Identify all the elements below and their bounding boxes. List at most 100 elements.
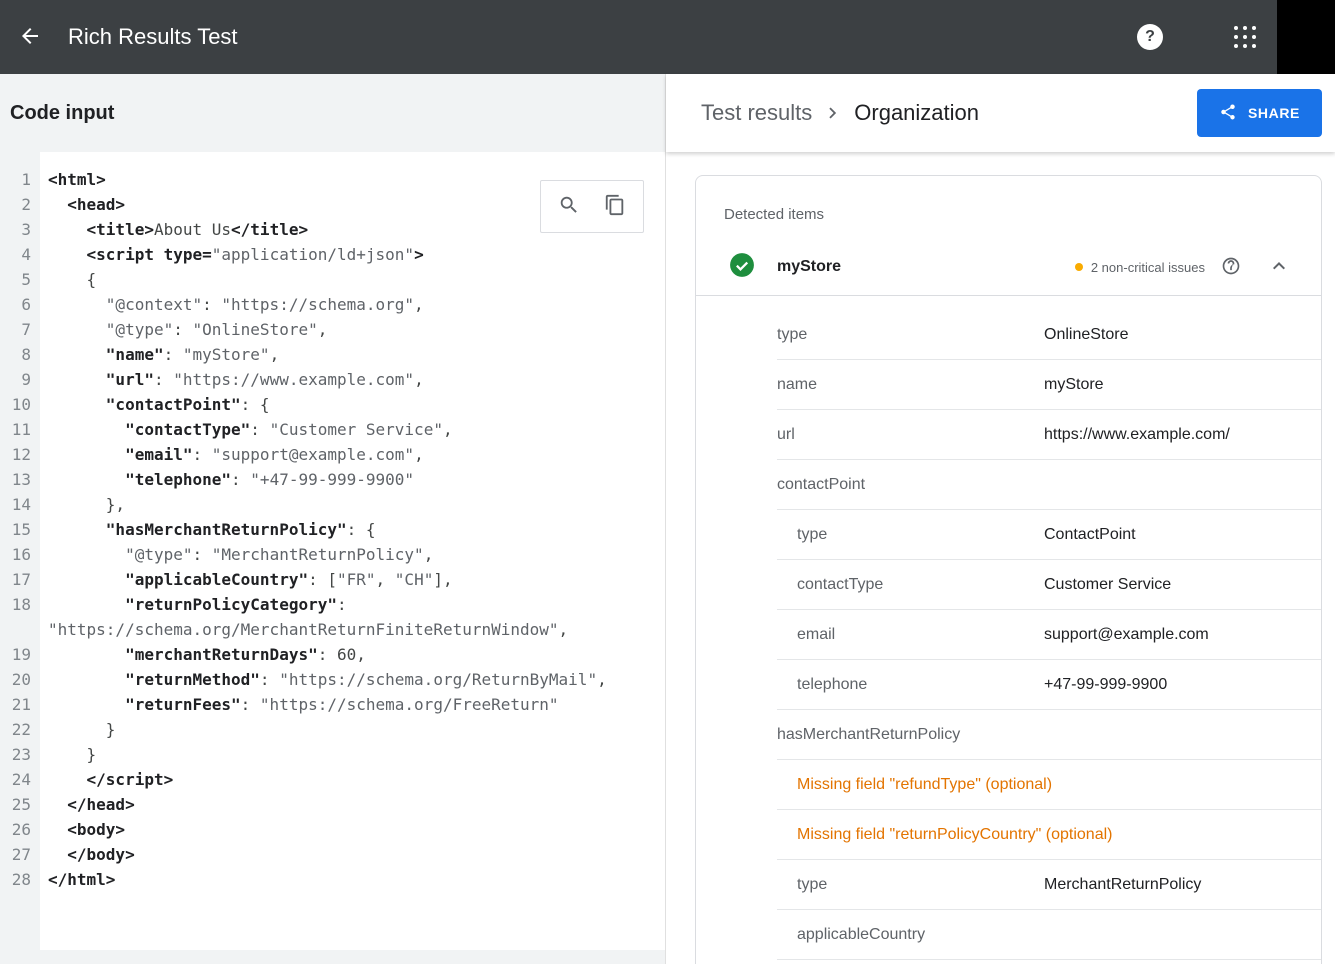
line-number: 6 <box>0 292 40 317</box>
line-number: 17 <box>0 567 40 592</box>
line-content: } <box>40 717 665 742</box>
code-line: 12 "email": "support@example.com", <box>0 442 665 467</box>
code-line: 14 }, <box>0 492 665 517</box>
code-line: 21 "returnFees": "https://schema.org/Fre… <box>0 692 665 717</box>
line-content: "merchantReturnDays": 60, <box>40 642 665 667</box>
line-content: "returnPolicyCategory": "https://schema.… <box>40 592 665 642</box>
search-code-button[interactable] <box>558 194 580 219</box>
account-avatar[interactable] <box>1277 0 1335 74</box>
issues-help-button[interactable] <box>1221 256 1241 279</box>
property-label: name <box>777 376 1044 394</box>
issues-count-text: 2 non-critical issues <box>1091 260 1205 275</box>
property-group-row: hasMerchantReturnPolicy <box>777 710 1321 760</box>
line-number: 7 <box>0 317 40 342</box>
code-input-panel: Code input 1<html>2 <head>3 <title>About… <box>0 74 665 964</box>
line-number: 14 <box>0 492 40 517</box>
property-value: +47-99-999-9900 <box>1044 676 1167 694</box>
code-editor[interactable]: 1<html>2 <head>3 <title>About Us</title>… <box>0 152 665 950</box>
results-header: Test results Organization SHARE <box>666 74 1335 152</box>
code-line: 24 </script> <box>0 767 665 792</box>
warning-row: Missing field "refundType" (optional) <box>777 760 1321 810</box>
property-group-row: contactPoint <box>777 460 1321 510</box>
line-number: 25 <box>0 792 40 817</box>
code-line: 17 "applicableCountry": ["FR", "CH"], <box>0 567 665 592</box>
property-value: MerchantReturnPolicy <box>1044 876 1201 894</box>
line-content: </head> <box>40 792 665 817</box>
collapse-item-button[interactable] <box>1267 254 1291 281</box>
line-number: 8 <box>0 342 40 367</box>
property-value: myStore <box>1044 376 1104 394</box>
line-number: 2 <box>0 192 40 217</box>
breadcrumb-test-results[interactable]: Test results <box>701 100 812 126</box>
line-number: 11 <box>0 417 40 442</box>
line-content: "url": "https://www.example.com", <box>40 367 665 392</box>
copy-code-button[interactable] <box>604 194 626 219</box>
back-button[interactable] <box>6 13 54 61</box>
back-arrow-icon <box>18 24 42 51</box>
line-content: <script type="application/ld+json"> <box>40 242 665 267</box>
line-content: "returnMethod": "https://schema.org/Retu… <box>40 667 665 692</box>
property-value: ContactPoint <box>1044 526 1136 544</box>
line-content: "@context": "https://schema.org", <box>40 292 665 317</box>
help-button[interactable]: ? <box>1130 17 1170 57</box>
property-label: contactPoint <box>777 476 1044 494</box>
line-content: </script> <box>40 767 665 792</box>
share-icon <box>1219 103 1237 124</box>
line-number: 12 <box>0 442 40 467</box>
line-content: "email": "support@example.com", <box>40 442 665 467</box>
property-label: type <box>777 526 1044 544</box>
property-row: namemyStore <box>777 360 1321 410</box>
line-content: "applicableCountry": ["FR", "CH"], <box>40 567 665 592</box>
detected-items-label: Detected items <box>696 176 1321 223</box>
line-content: </html> <box>40 867 665 892</box>
properties-table: typeOnlineStorenamemyStoreurlhttps://www… <box>777 296 1321 960</box>
property-value: OnlineStore <box>1044 326 1129 344</box>
line-number: 20 <box>0 667 40 692</box>
property-label: email <box>777 626 1044 644</box>
apps-grid-icon <box>1234 26 1256 48</box>
editor-toolbar <box>540 180 644 233</box>
line-number: 23 <box>0 742 40 767</box>
line-content: { <box>40 267 665 292</box>
help-outline-icon <box>1221 256 1241 279</box>
line-content: } <box>40 742 665 767</box>
code-line: 6 "@context": "https://schema.org", <box>0 292 665 317</box>
main-split: Code input 1<html>2 <head>3 <title>About… <box>0 74 1335 964</box>
share-label: SHARE <box>1248 105 1300 121</box>
breadcrumb-organization: Organization <box>854 100 979 126</box>
code-line: 27 </body> <box>0 842 665 867</box>
warning-text: Missing field "refundType" (optional) <box>777 776 1301 794</box>
code-line: 5 { <box>0 267 665 292</box>
line-number: 13 <box>0 467 40 492</box>
line-number: 5 <box>0 267 40 292</box>
line-number: 18 <box>0 592 40 642</box>
code-line: 13 "telephone": "+47-99-999-9900" <box>0 467 665 492</box>
line-number: 22 <box>0 717 40 742</box>
check-circle-icon <box>729 252 755 283</box>
line-number: 3 <box>0 217 40 242</box>
code-line: 16 "@type": "MerchantReturnPolicy", <box>0 542 665 567</box>
line-number: 1 <box>0 167 40 192</box>
code-line: 22 } <box>0 717 665 742</box>
detected-items-card: Detected items myStore 2 non-critical is… <box>695 175 1322 964</box>
code-lines: 1<html>2 <head>3 <title>About Us</title>… <box>0 167 665 892</box>
help-icon: ? <box>1137 24 1163 50</box>
property-row: typeOnlineStore <box>777 310 1321 360</box>
apps-menu-button[interactable] <box>1225 17 1265 57</box>
property-label: url <box>777 426 1044 444</box>
code-line: 18 "returnPolicyCategory": "https://sche… <box>0 592 665 642</box>
detected-item-header[interactable]: myStore 2 non-critical issues <box>696 239 1321 295</box>
line-content: }, <box>40 492 665 517</box>
code-line: 4 <script type="application/ld+json"> <box>0 242 665 267</box>
code-line: 8 "name": "myStore", <box>0 342 665 367</box>
results-body: Detected items myStore 2 non-critical is… <box>666 152 1335 964</box>
property-group-row: applicableCountry <box>777 910 1321 960</box>
code-line: 25 </head> <box>0 792 665 817</box>
line-number: 9 <box>0 367 40 392</box>
code-line: 9 "url": "https://www.example.com", <box>0 367 665 392</box>
code-line: 23 } <box>0 742 665 767</box>
property-row: emailsupport@example.com <box>777 610 1321 660</box>
line-content: "name": "myStore", <box>40 342 665 367</box>
share-button[interactable]: SHARE <box>1197 89 1322 137</box>
property-row: urlhttps://www.example.com/ <box>777 410 1321 460</box>
